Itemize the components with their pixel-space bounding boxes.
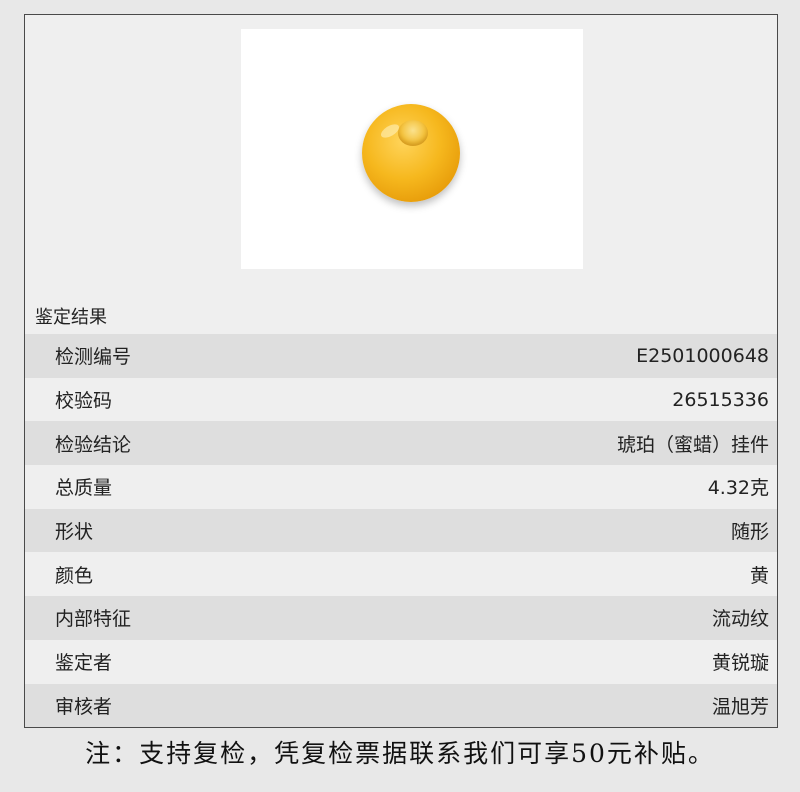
certificate-card: 鉴定结果 检测编号 E2501000648 校验码 26515336 检验结论 … [24, 14, 778, 728]
row-label: 内部特征 [55, 608, 132, 631]
table-row: 审核者 温旭芳 [25, 683, 777, 728]
table-row: 内部特征 流动纹 [25, 596, 777, 640]
table-row: 颜色 黄 [25, 552, 777, 597]
result-table: 检测编号 E2501000648 校验码 26515336 检验结论 琥珀（蜜蜡… [25, 334, 777, 728]
certificate-page: 鉴定结果 检测编号 E2501000648 校验码 26515336 检验结论 … [0, 0, 800, 792]
table-row: 检验结论 琥珀（蜜蜡）挂件 [25, 421, 777, 466]
row-value: E2501000648 [636, 344, 769, 367]
row-label: 校验码 [55, 390, 113, 413]
row-value: 黄 [749, 564, 769, 587]
amber-bead-image [362, 104, 460, 202]
row-label: 检验结论 [55, 433, 132, 456]
row-label: 检测编号 [55, 346, 132, 369]
section-title: 鉴定结果 [35, 307, 107, 328]
bead-drill-hole [398, 120, 428, 146]
table-row: 总质量 4.32克 [25, 465, 777, 509]
row-label: 形状 [55, 521, 94, 544]
row-value: 26515336 [672, 388, 769, 411]
row-value: 4.32克 [707, 477, 769, 500]
footer-note: 注：支持复检，凭复检票据联系我们可享50元补贴。 [85, 739, 715, 768]
table-row: 鉴定者 黄锐璇 [25, 639, 777, 684]
row-value: 流动纹 [711, 608, 769, 631]
row-label: 审核者 [55, 695, 113, 718]
row-label: 颜色 [55, 564, 94, 587]
table-row: 校验码 26515336 [25, 377, 777, 422]
row-value: 温旭芳 [711, 695, 769, 718]
row-label: 总质量 [55, 477, 113, 500]
row-value: 随形 [730, 521, 769, 544]
table-row: 形状 随形 [25, 508, 777, 553]
row-value: 琥珀（蜜蜡）挂件 [616, 433, 769, 456]
product-photo [241, 29, 583, 269]
table-row: 检测编号 E2501000648 [25, 334, 777, 378]
row-value: 黄锐璇 [711, 652, 769, 675]
row-label: 鉴定者 [55, 652, 113, 675]
